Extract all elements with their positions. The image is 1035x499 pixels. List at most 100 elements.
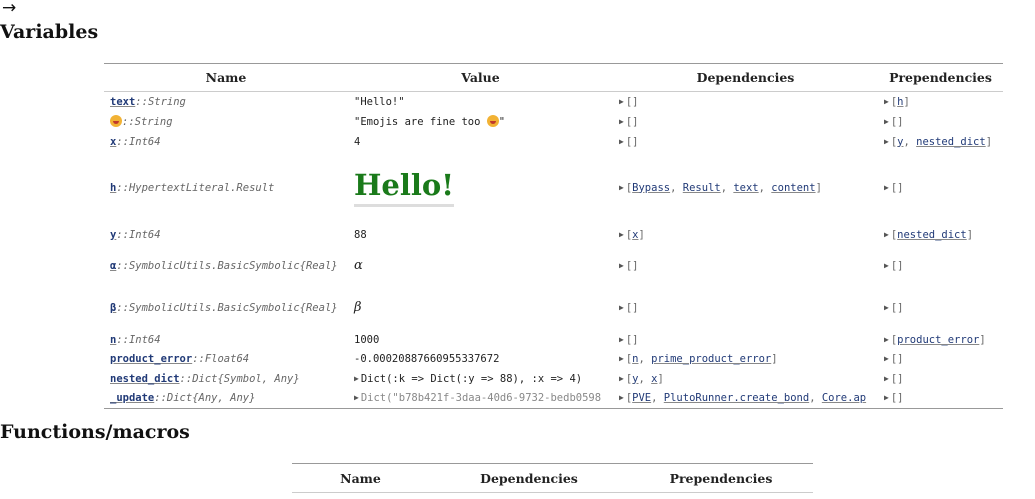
variable-type: ::String	[135, 95, 186, 108]
variable-link[interactable]: product_error	[110, 353, 192, 365]
dependencies-cell[interactable]: ▶[]	[613, 330, 878, 350]
dependencies-cell[interactable]: ▶[]	[613, 286, 878, 330]
expand-triangle-icon[interactable]: ▶	[884, 137, 889, 146]
prependencies-cell[interactable]: ▶[]	[878, 369, 1003, 389]
dependency-link[interactable]: PlutoRunner.create_bond	[664, 392, 809, 404]
dependency-link[interactable]: Core.ap	[822, 392, 866, 404]
prependencies-cell[interactable]: ▶[]	[878, 286, 1003, 330]
expand-triangle-icon[interactable]: ▶	[619, 354, 624, 363]
prependencies-cell[interactable]: ▶[]	[878, 350, 1003, 369]
expand-triangle-icon[interactable]: ▶	[884, 303, 889, 312]
prependencies-cell[interactable]: ▶ [h]	[878, 92, 1003, 112]
column-header-name: Name	[104, 63, 348, 92]
table-row: product_error::Float64 -0.00020887660955…	[104, 350, 1003, 369]
variable-type: ::SymbolicUtils.BasicSymbolic{Real}	[116, 259, 338, 272]
variable-value: Dict("b78b421f-3daa-40d6-9732-bedb0598	[360, 392, 602, 405]
expand-triangle-icon[interactable]: ▶	[884, 261, 889, 270]
variable-type: ::Int64	[116, 333, 161, 346]
variable-name-cell: n::Int64	[104, 330, 348, 350]
prependency-link[interactable]: nested_dict	[916, 136, 986, 148]
variable-name-cell: _update::Dict{Any, Any}	[104, 389, 348, 409]
variable-value-cell: Hello!	[348, 152, 613, 224]
dependency-link[interactable]: PVE	[632, 392, 651, 404]
variable-value: "Hello!"	[354, 95, 405, 108]
prependencies-cell[interactable]: ▶[]	[878, 112, 1003, 132]
column-header-dependencies: Dependencies	[613, 63, 878, 92]
expand-triangle-icon[interactable]: ▶	[619, 137, 624, 146]
expand-triangle-icon[interactable]: ▶	[884, 97, 889, 106]
expand-triangle-icon[interactable]: ▶	[884, 230, 889, 239]
variable-value-cell: β	[348, 286, 613, 330]
dependencies-cell[interactable]: ▶[]	[613, 246, 878, 286]
expand-triangle-icon[interactable]: ▶	[619, 183, 624, 192]
dependency-link[interactable]: content	[771, 182, 815, 194]
expand-triangle-icon[interactable]: ▶	[884, 393, 889, 402]
variable-name-cell: text::String	[104, 92, 348, 112]
prependencies-cell[interactable]: ▶[]	[878, 389, 1003, 409]
variable-value-cell[interactable]: ▶ Dict("b78b421f-3daa-40d6-9732-bedb0598	[348, 389, 613, 409]
variable-type: ::SymbolicUtils.BasicSymbolic{Real}	[116, 301, 338, 314]
expand-triangle-icon[interactable]: ▶	[619, 393, 624, 402]
dependencies-cell[interactable]: ▶ [Bypass, Result, text, content]	[613, 152, 878, 224]
variable-name-cell: h::HypertextLiteral.Result	[104, 152, 348, 224]
table-row: y::Int64 88 ▶ [x] ▶ [nested_dict]	[104, 224, 1003, 246]
winking-tongue-emoji-icon	[110, 115, 122, 127]
expand-triangle-icon[interactable]: ▶	[619, 261, 624, 270]
dependencies-cell[interactable]: ▶ [y, x]	[613, 369, 878, 389]
dependencies-cell[interactable]: ▶[]	[613, 92, 878, 112]
table-row: nested_dict::Dict{Symbol, Any} ▶ Dict(:k …	[104, 369, 1003, 389]
variable-name-cell: ::String	[104, 112, 348, 132]
dependencies-cell[interactable]: ▶[]	[613, 132, 878, 152]
symbolic-value: α	[354, 258, 363, 273]
table-row: α::SymbolicUtils.BasicSymbolic{Real} α ▶…	[104, 246, 1003, 286]
variable-link[interactable]: nested_dict	[110, 373, 180, 385]
table-row: ::String "Emojis are fine too " ▶[] ▶[]	[104, 112, 1003, 132]
prependency-link[interactable]: nested_dict	[897, 229, 967, 241]
expand-triangle-icon[interactable]: ▶	[884, 183, 889, 192]
prependencies-cell[interactable]: ▶ [product_error]	[878, 330, 1003, 350]
dependency-link[interactable]: prime_product_error	[651, 353, 771, 365]
prependencies-cell[interactable]: ▶ [y, nested_dict]	[878, 132, 1003, 152]
expand-triangle-icon[interactable]: ▶	[884, 335, 889, 344]
prependency-link[interactable]: product_error	[897, 334, 979, 346]
variable-value: "Emojis are fine too "	[354, 115, 506, 128]
variable-type: ::Int64	[116, 228, 161, 241]
expand-triangle-icon[interactable]: ▶	[619, 117, 624, 126]
back-arrow-icon[interactable]: →	[2, 0, 16, 18]
variable-link[interactable]: _update	[110, 392, 154, 404]
dependencies-cell[interactable]: ▶ [PVE, PlutoRunner.create_bond, Core.ap	[613, 389, 878, 409]
expand-triangle-icon[interactable]: ▶	[354, 374, 359, 383]
variable-type: ::Dict{Any, Any}	[154, 392, 256, 405]
expand-triangle-icon[interactable]: ▶	[619, 303, 624, 312]
variable-name-cell: x::Int64	[104, 132, 348, 152]
variable-link[interactable]	[110, 115, 122, 128]
expand-triangle-icon[interactable]: ▶	[619, 230, 624, 239]
dependencies-cell[interactable]: ▶ [n, prime_product_error]	[613, 350, 878, 369]
prependencies-cell[interactable]: ▶[]	[878, 246, 1003, 286]
expand-triangle-icon[interactable]: ▶	[619, 374, 624, 383]
column-header-prependencies: Prependencies	[629, 463, 813, 493]
dependencies-cell[interactable]: ▶ [x]	[613, 224, 878, 246]
variable-value-cell[interactable]: ▶ Dict(:k => Dict(:y => 88), :x => 4)	[348, 369, 613, 389]
expand-triangle-icon[interactable]: ▶	[619, 97, 624, 106]
variable-link[interactable]: text	[110, 96, 135, 108]
dependencies-cell[interactable]: ▶[]	[613, 112, 878, 132]
dependency-link[interactable]: text	[733, 182, 758, 194]
dependency-link[interactable]: Bypass	[632, 182, 670, 194]
dependency-link[interactable]: Result	[683, 182, 721, 194]
expand-triangle-icon[interactable]: ▶	[354, 393, 359, 402]
variable-value: Dict(:k => Dict(:y => 88), :x => 4)	[360, 372, 583, 385]
expand-triangle-icon[interactable]: ▶	[619, 335, 624, 344]
expand-triangle-icon[interactable]: ▶	[884, 117, 889, 126]
prependencies-cell[interactable]: ▶ [nested_dict]	[878, 224, 1003, 246]
table-row: β::SymbolicUtils.BasicSymbolic{Real} β ▶…	[104, 286, 1003, 330]
expand-triangle-icon[interactable]: ▶	[884, 374, 889, 383]
expand-triangle-icon[interactable]: ▶	[884, 354, 889, 363]
variable-type: ::Float64	[192, 353, 250, 365]
table-row: h::HypertextLiteral.Result Hello! ▶ [Bypa…	[104, 152, 1003, 224]
variable-name-cell: β::SymbolicUtils.BasicSymbolic{Real}	[104, 286, 348, 330]
variable-name-cell: nested_dict::Dict{Symbol, Any}	[104, 369, 348, 389]
prependencies-cell[interactable]: ▶[]	[878, 152, 1003, 224]
hello-rendered-output: Hello!	[354, 168, 454, 207]
column-header-value: Value	[348, 63, 613, 92]
